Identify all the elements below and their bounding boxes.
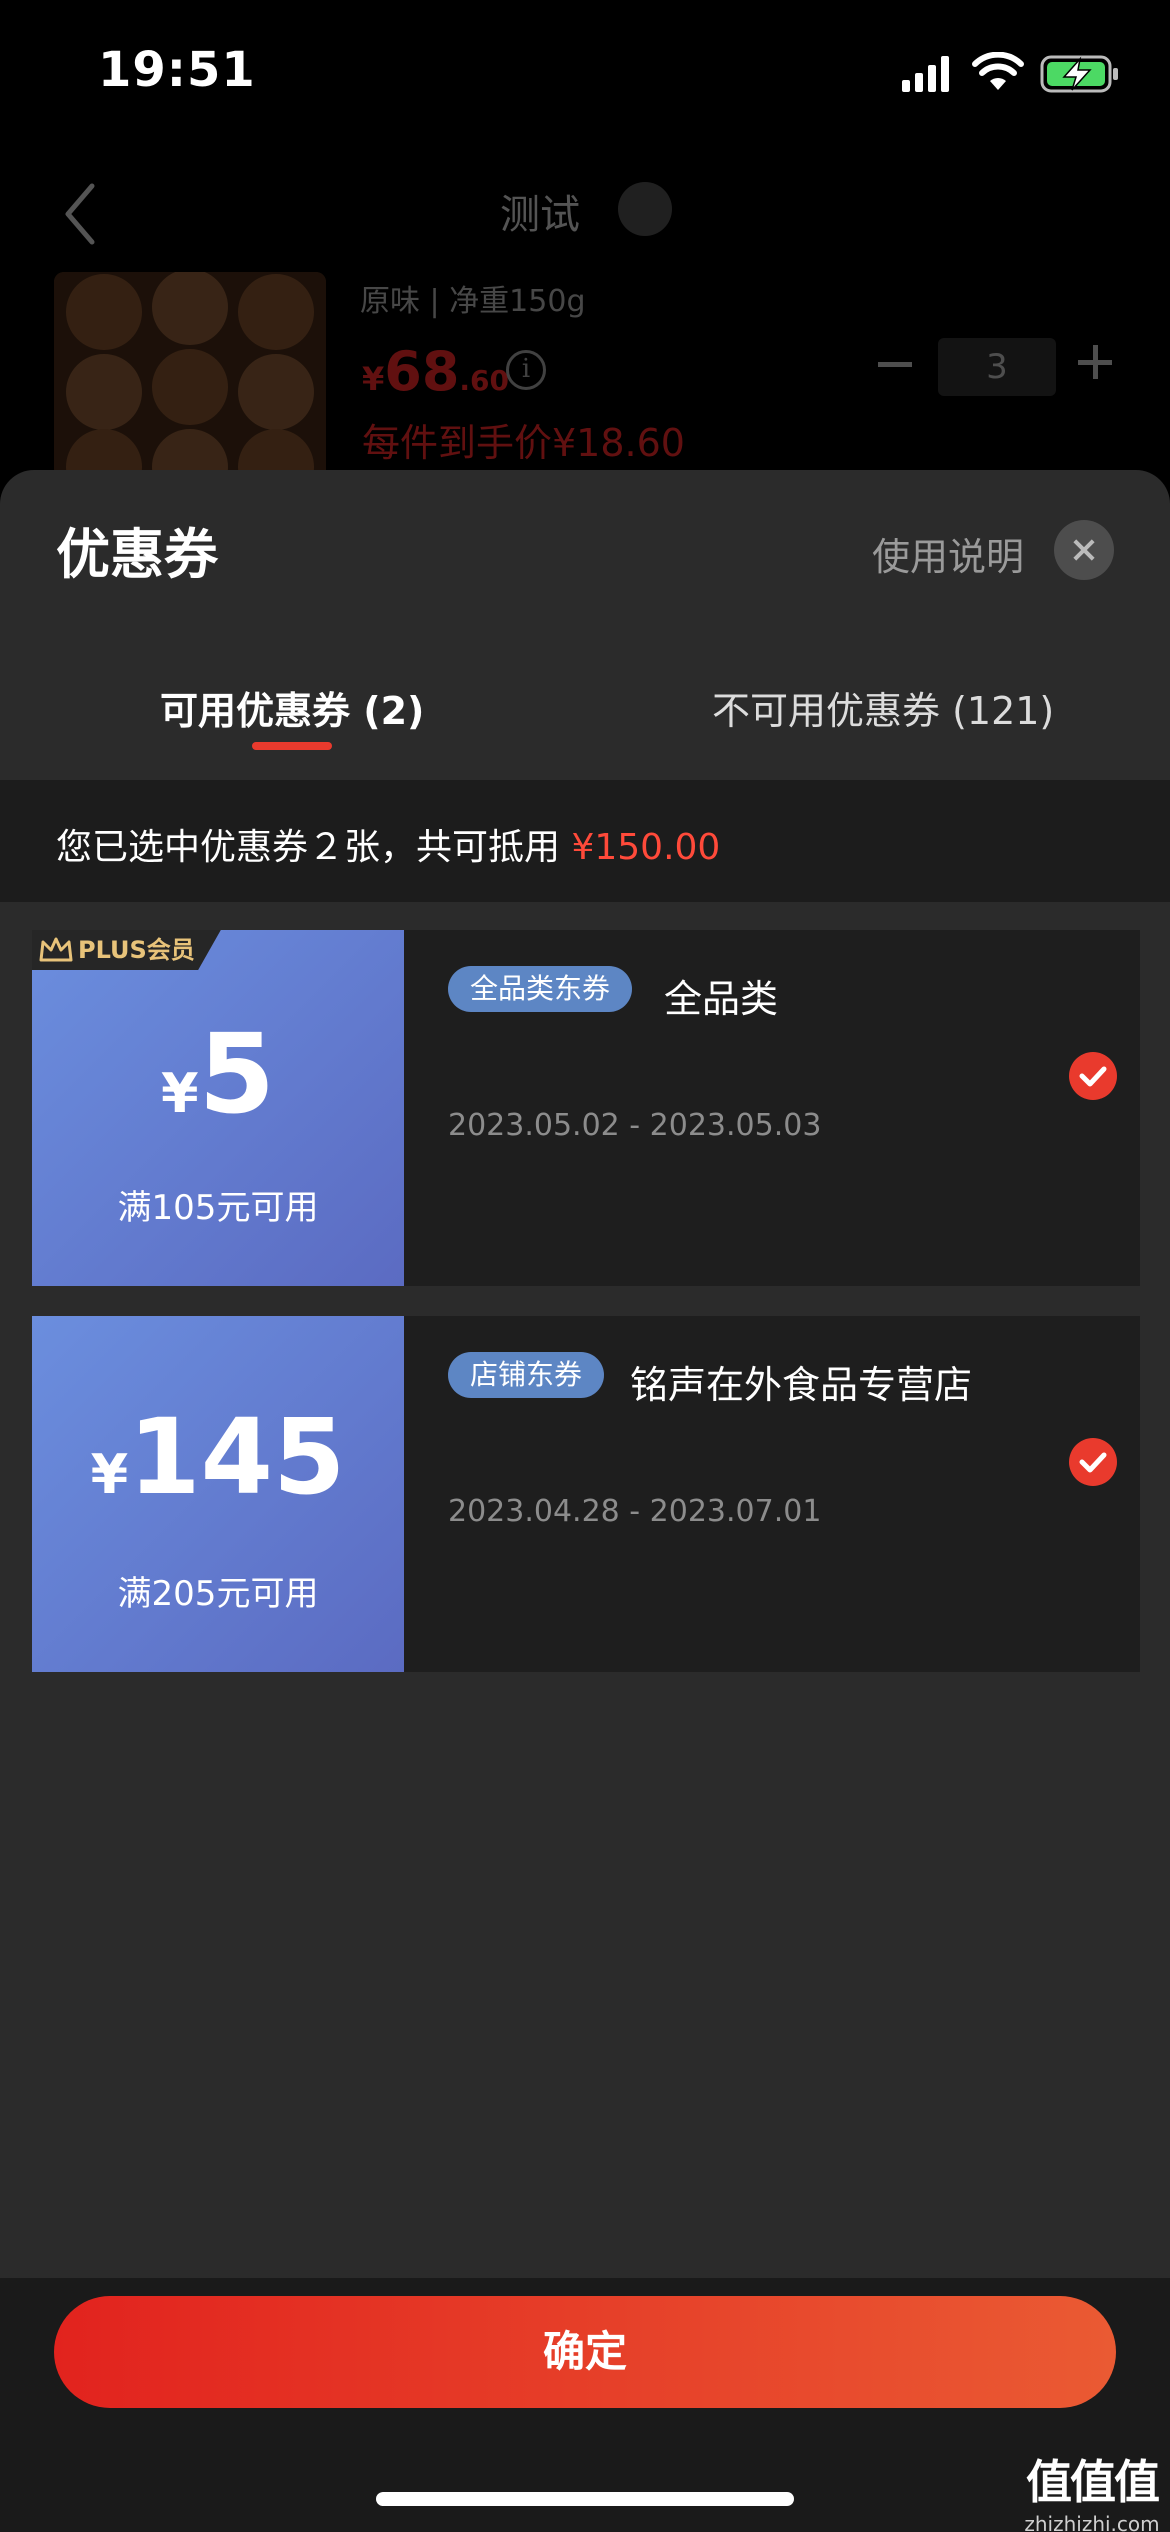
signal-icon <box>902 56 949 92</box>
plus-member-badge: PLUS会员 <box>32 930 221 970</box>
confirm-button[interactable]: 确定 <box>54 2296 1116 2408</box>
tab-available-coupons[interactable]: 可用优惠券 (2) <box>160 680 424 735</box>
home-indicator[interactable] <box>376 2492 794 2506</box>
product-price: ¥68.60 <box>362 340 510 403</box>
close-button[interactable] <box>1054 520 1114 580</box>
coupon-validity: 2023.05.02 - 2023.05.03 <box>448 1108 822 1143</box>
product-spec: 原味 | 净重150g <box>360 284 586 319</box>
coupon-type-tag: 全品类东券 <box>448 966 633 1012</box>
selection-summary: 您已选中优惠券２张，共可抵用 ¥150.00 <box>0 780 1170 902</box>
coupon-amount: ¥5 <box>160 1010 276 1138</box>
battery-charging-icon <box>1040 55 1118 93</box>
quantity-plus-button[interactable] <box>1078 345 1112 379</box>
coupon-validity: 2023.04.28 - 2023.07.01 <box>448 1494 822 1529</box>
watermark: 值值值 zhizhizhi.com <box>1024 2455 1160 2532</box>
status-time: 19:51 <box>98 42 256 98</box>
coupon-threshold: 满205元可用 <box>117 1574 319 1614</box>
crown-icon <box>39 937 73 962</box>
coupon-amount: ¥145 <box>90 1396 346 1518</box>
store-title: 测试 <box>500 192 580 238</box>
quantity-field[interactable]: 3 <box>938 338 1056 396</box>
unit-price: 每件到手价¥18.60 <box>362 421 685 465</box>
summary-amount: ¥150.00 <box>571 827 721 868</box>
wifi-icon <box>972 52 1024 90</box>
back-chevron-icon[interactable] <box>60 182 100 246</box>
coupon-name: 全品类 <box>664 977 779 1021</box>
product-image <box>54 272 326 492</box>
coupon-sheet: 优惠券 使用说明 可用优惠券 (2) 不可用优惠券 (121) 您已选中优惠券２… <box>0 470 1170 2532</box>
coupon-type-tag: 店铺东券 <box>448 1352 605 1398</box>
coupon-name: 铭声在外食品专营店 <box>630 1363 973 1407</box>
summary-text: 您已选中优惠券２张，共可抵用 ¥150.00 <box>56 827 721 868</box>
checked-icon[interactable] <box>1069 1438 1117 1486</box>
info-icon[interactable] <box>506 350 546 390</box>
coupon-value-panel: ¥145 满205元可用 <box>32 1316 404 1672</box>
coupon-card[interactable]: ¥145 满205元可用 店铺东券 铭声在外食品专营店 2023.04.28 -… <box>32 1316 1140 1672</box>
bottom-bar: 确定 值值值 zhizhizhi.com <box>0 2278 1170 2532</box>
coupon-card[interactable]: PLUS会员 ¥5 满105元可用 全品类东券 全品类 2023.05.02 -… <box>32 930 1140 1286</box>
background-product-page: 测试 原味 | 净重150g ¥68.60 每件到手价¥18.60 3 <box>0 130 1170 492</box>
coupon-threshold: 满105元可用 <box>117 1188 319 1228</box>
checked-icon[interactable] <box>1069 1052 1117 1100</box>
sheet-title: 优惠券 <box>56 523 218 586</box>
coupon-value-panel: PLUS会员 ¥5 满105元可用 <box>32 930 404 1286</box>
usage-help-link[interactable]: 使用说明 <box>872 526 1024 581</box>
active-tab-indicator <box>252 742 332 750</box>
quantity-minus-button[interactable] <box>878 362 912 367</box>
location-icon[interactable] <box>618 182 672 236</box>
tab-unavailable-coupons[interactable]: 不可用优惠券 (121) <box>712 680 1054 735</box>
